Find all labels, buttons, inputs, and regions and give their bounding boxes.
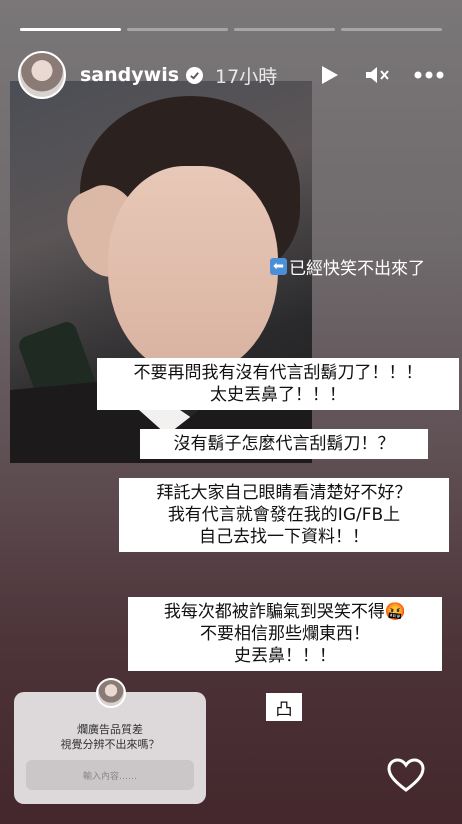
- caption-line: 太史丟鼻了！！！: [210, 385, 346, 405]
- caption-line: 自己去找一下資料！！: [199, 527, 369, 547]
- caption-line: 我每次都被詐騙氣到哭笑不得🤬: [163, 602, 407, 622]
- question-input[interactable]: 輸入內容……: [26, 760, 194, 790]
- username[interactable]: sandywis: [80, 64, 179, 86]
- caption-2: 沒有鬍子怎麼代言刮鬍刀！？: [140, 429, 428, 459]
- progress-segment: [234, 28, 335, 31]
- avatar[interactable]: [18, 51, 66, 99]
- question-sticker[interactable]: 爛廣告品質差 視覺分辨不出來嗎？ 輸入內容……: [14, 678, 206, 804]
- heart-icon[interactable]: [386, 756, 426, 796]
- sticker: 凸: [266, 693, 302, 721]
- progress-segment: [20, 28, 121, 31]
- progress-segment: [127, 28, 228, 31]
- caption-line: 我有代言就會發在我的IG/FB上: [167, 505, 401, 525]
- question-line: 視覺分辨不出來嗎？: [60, 738, 160, 751]
- caption-line: 拜託大家自己眼睛看清楚好不好？: [156, 483, 412, 503]
- progress-segment: [341, 28, 442, 31]
- left-arrow-icon: ⬅: [270, 258, 287, 275]
- caption-1: 不要再問我有沒有代言刮鬍刀了！！！ 太史丟鼻了！！！: [97, 358, 459, 410]
- play-icon[interactable]: [318, 64, 340, 86]
- arrow-note-text: 已經快笑不出來了: [289, 259, 425, 279]
- caption-line: 沒有鬍子怎麼代言刮鬍刀！？: [173, 434, 395, 454]
- post-time: 17小時: [215, 65, 278, 88]
- caption-4: 我每次都被詐騙氣到哭笑不得🤬 不要相信那些爛東西！ 史丟鼻！！！: [128, 597, 442, 671]
- question-text: 爛廣告品質差 視覺分辨不出來嗎？: [14, 722, 206, 752]
- mute-icon[interactable]: [364, 64, 390, 86]
- more-icon[interactable]: [414, 71, 444, 79]
- caption-line: 史丟鼻！！！: [234, 646, 336, 666]
- caption-line: 不要相信那些爛東西！: [200, 624, 370, 644]
- caption-3: 拜託大家自己眼睛看清楚好不好？ 我有代言就會發在我的IG/FB上 自己去找一下資…: [119, 478, 449, 552]
- question-line: 爛廣告品質差: [77, 723, 143, 736]
- story-progress: [20, 28, 442, 31]
- photo-face: [108, 166, 278, 376]
- caption-line: 不要再問我有沒有代言刮鬍刀了！！！: [133, 363, 423, 383]
- story-header: sandywis 17小時: [18, 48, 444, 102]
- arrow-note: ⬅ 已經快笑不出來了: [270, 254, 425, 279]
- verified-badge-icon: [186, 66, 204, 84]
- question-avatar: [96, 678, 126, 708]
